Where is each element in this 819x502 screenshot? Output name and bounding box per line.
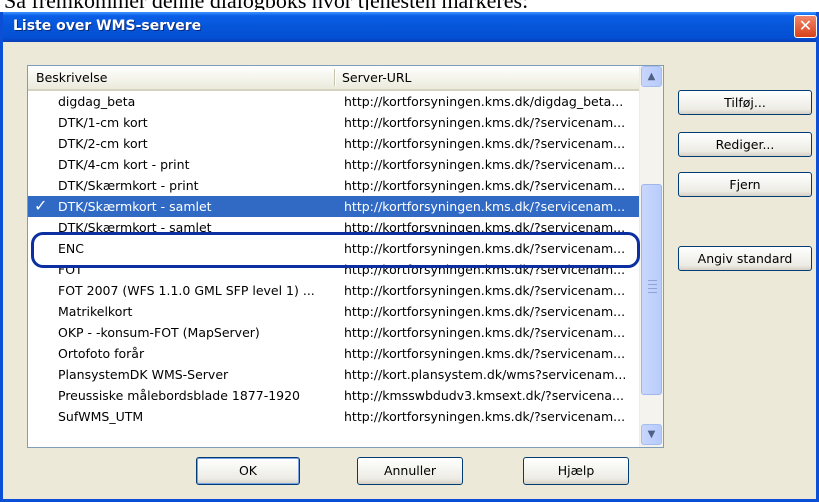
ok-button[interactable]: OK	[196, 457, 300, 485]
title-bar[interactable]: Liste over WMS-servere ✕	[3, 12, 817, 42]
scroll-down-button[interactable]: ▼	[641, 424, 662, 445]
dialog-title: Liste over WMS-servere	[13, 18, 202, 34]
row-description: Preussiske målebordsblade 1877-1920	[58, 388, 301, 403]
row-description: DTK/Skærmkort - samlet	[58, 220, 212, 235]
row-description: FOT	[58, 262, 83, 277]
list-header: Beskrivelse Server-URL	[28, 66, 639, 91]
list-item[interactable]: Matrikelkort http://kortforsyningen.kms.d…	[28, 301, 639, 322]
cancel-button[interactable]: Annuller	[357, 457, 463, 485]
list-item[interactable]: Ortofoto forår http://kortforsyningen.kms…	[28, 343, 639, 364]
row-server-url: http://kortforsyningen.kms.dk/?servicena…	[344, 325, 626, 340]
row-description: digdag_beta	[58, 94, 136, 109]
row-server-url: http://kortforsyningen.kms.dk/?servicena…	[344, 304, 626, 319]
vertical-scrollbar[interactable]: ▲ ▼	[639, 66, 663, 447]
set-default-button[interactable]: Angiv standard	[678, 246, 812, 271]
column-header-server-url[interactable]: Server-URL	[342, 70, 412, 85]
list-item[interactable]: FOT http://kortforsyningen.kms.dk/?servic…	[28, 259, 639, 280]
list-item[interactable]: DTK/Skærmkort - print http://kortforsynin…	[28, 175, 639, 196]
row-server-url: http://kortforsyningen.kms.dk/?servicena…	[344, 220, 626, 235]
chevron-down-icon: ▼	[647, 429, 656, 440]
row-description: DTK/4-cm kort - print	[58, 157, 190, 172]
thumb-grip	[648, 292, 657, 293]
thumb-grip	[648, 280, 657, 281]
list-item[interactable]: PlansystemDK WMS-Server http://kort.plans…	[28, 364, 639, 385]
row-description: ENC	[58, 241, 84, 256]
list-item[interactable]: OKP - -konsum-FOT (MapServer) http://kort…	[28, 322, 639, 343]
row-server-url: http://kortforsyningen.kms.dk/?servicena…	[344, 157, 626, 172]
background-caption: Så fremkommer denne dialogboks hvor tjen…	[0, 0, 819, 10]
column-divider[interactable]	[334, 69, 335, 86]
row-server-url: http://kortforsyningen.kms.dk/?servicena…	[344, 346, 626, 361]
row-description: DTK/2-cm kort	[58, 136, 148, 151]
list-item[interactable]: SufWMS_UTM http://kortforsyningen.kms.dk/…	[28, 406, 639, 427]
row-description: OKP - -konsum-FOT (MapServer)	[58, 325, 260, 340]
row-server-url: http://kortforsyningen.kms.dk/?servicena…	[344, 136, 626, 151]
help-button[interactable]: Hjælp	[523, 457, 629, 485]
list-item[interactable]: ENC http://kortforsyningen.kms.dk/?servic…	[28, 238, 639, 259]
row-description: PlansystemDK WMS-Server	[58, 367, 229, 382]
row-server-url: http://kortforsyningen.kms.dk/?servicena…	[344, 115, 626, 130]
row-server-url: http://kort.plansystem.dk/wms?servicenam…	[344, 367, 627, 382]
list-item[interactable]: ✓ DTK/Skærmkort - samlet http://kortforsyn…	[28, 196, 639, 217]
close-button[interactable]: ✕	[794, 15, 817, 38]
row-description: Ortofoto forår	[58, 346, 145, 361]
list-item[interactable]: DTK/4-cm kort - print http://kortforsynin…	[28, 154, 639, 175]
list-item[interactable]: DTK/Skærmkort - samlet http://kortforsyni…	[28, 217, 639, 238]
server-list[interactable]: Beskrivelse Server-URL digdag_beta http:/…	[27, 65, 664, 448]
row-server-url: http://kmsswbdudv3.kmsext.dk/?servicena.…	[344, 388, 624, 403]
scroll-thumb[interactable]	[641, 184, 662, 395]
row-description: DTK/1-cm kort	[58, 115, 148, 130]
list-rows: digdag_beta http://kortforsyningen.kms.dk…	[28, 89, 639, 447]
row-description: SufWMS_UTM	[58, 409, 144, 424]
list-item[interactable]: Preussiske målebordsblade 1877-1920 http:…	[28, 385, 639, 406]
row-description: Matrikelkort	[58, 304, 133, 319]
checkmark-icon: ✓	[34, 196, 48, 215]
thumb-grip	[648, 284, 657, 285]
row-server-url: http://kortforsyningen.kms.dk/digdag_bet…	[344, 94, 624, 109]
row-server-url: http://kortforsyningen.kms.dk/?servicena…	[344, 262, 626, 277]
thumb-grip	[648, 288, 657, 289]
close-icon: ✕	[798, 16, 813, 35]
wms-server-dialog: Liste over WMS-servere ✕ Beskrivelse Ser…	[0, 12, 819, 502]
row-server-url: http://kortforsyningen.kms.dk/?servicena…	[344, 178, 626, 193]
row-server-url: http://kortforsyningen.kms.dk/?servicena…	[344, 241, 626, 256]
column-header-description[interactable]: Beskrivelse	[36, 70, 107, 85]
list-item[interactable]: FOT 2007 (WFS 1.1.0 GML SFP level 1) ...…	[28, 280, 639, 301]
remove-button[interactable]: Fjern	[678, 172, 812, 197]
chevron-up-icon: ▲	[647, 71, 656, 82]
row-server-url: http://kortforsyningen.kms.dk/?servicena…	[344, 283, 626, 298]
list-item[interactable]: DTK/2-cm kort http://kortforsyningen.kms.…	[28, 133, 639, 154]
list-item[interactable]: digdag_beta http://kortforsyningen.kms.dk…	[28, 91, 639, 112]
row-description: DTK/Skærmkort - samlet	[58, 199, 212, 214]
add-button[interactable]: Tilføj...	[678, 90, 812, 115]
scroll-up-button[interactable]: ▲	[641, 66, 662, 87]
row-description: FOT 2007 (WFS 1.1.0 GML SFP level 1) ...	[58, 283, 315, 298]
row-server-url: http://kortforsyningen.kms.dk/?servicena…	[344, 409, 626, 424]
row-server-url: http://kortforsyningen.kms.dk/?servicena…	[344, 199, 626, 214]
row-description: DTK/Skærmkort - print	[58, 178, 199, 193]
edit-button[interactable]: Rediger...	[678, 132, 812, 157]
list-item[interactable]: DTK/1-cm kort http://kortforsyningen.kms.…	[28, 112, 639, 133]
